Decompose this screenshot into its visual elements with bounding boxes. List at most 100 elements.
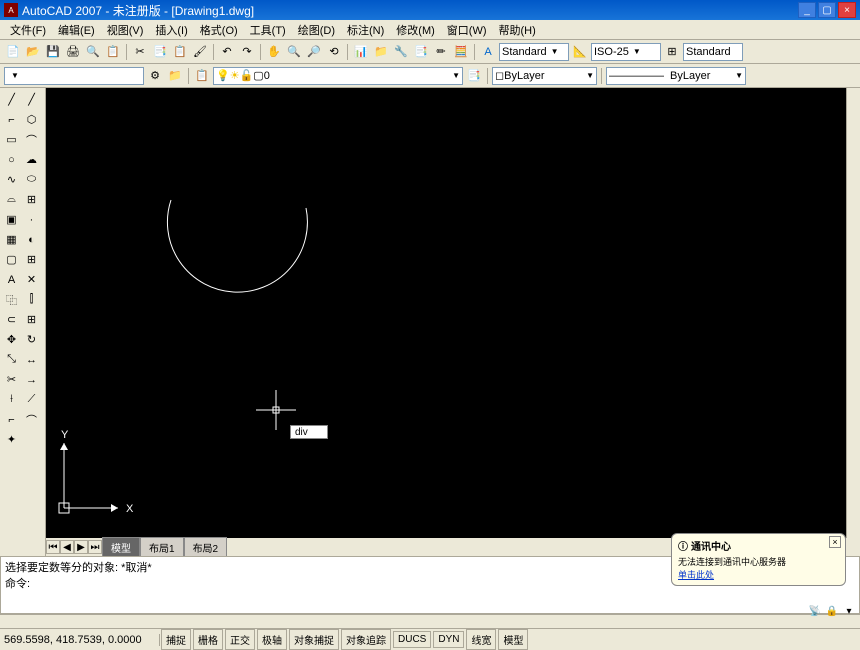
undo-icon[interactable]: ↶	[218, 43, 236, 61]
arc-tool[interactable]: ⌒	[22, 130, 41, 149]
mtext-tool[interactable]: A	[2, 270, 21, 289]
color-dropdown[interactable]: ◻ ByLayer ▼	[492, 67, 597, 85]
dyn-toggle[interactable]: DYN	[433, 631, 464, 648]
properties-icon[interactable]: 📊	[352, 43, 370, 61]
zoom-win-icon[interactable]: 🔎	[305, 43, 323, 61]
array-tool[interactable]: ⊞	[22, 310, 41, 329]
scale-tool[interactable]: ⤡	[2, 350, 21, 369]
menu-insert[interactable]: 插入(I)	[149, 20, 193, 40]
paste-icon[interactable]: 📋	[171, 43, 189, 61]
pline-tool[interactable]: ⌐	[2, 110, 21, 129]
grid-toggle[interactable]: 栅格	[193, 629, 223, 650]
maximize-button[interactable]: ▢	[818, 2, 836, 18]
menu-file[interactable]: 文件(F)	[4, 20, 52, 40]
text-style-dropdown[interactable]: Standard▼	[499, 43, 569, 61]
menu-help[interactable]: 帮助(H)	[493, 20, 542, 40]
line-tool[interactable]: ╱	[2, 90, 21, 109]
tray-menu-icon[interactable]: ▾	[842, 604, 856, 618]
circle-tool[interactable]: ○	[2, 150, 21, 169]
revcloud-tool[interactable]: ☁	[22, 150, 41, 169]
break-tool[interactable]: ⟊	[2, 390, 21, 409]
menu-draw[interactable]: 绘图(D)	[292, 20, 341, 40]
open-icon[interactable]: 📂	[24, 43, 42, 61]
drawing-canvas[interactable]: X Y ⏮ ◀ ▶ ⏭ 模型 布局1 布局2	[46, 88, 860, 556]
zoom-rt-icon[interactable]: 🔍	[285, 43, 303, 61]
chamfer-tool[interactable]: ⌐	[2, 410, 21, 429]
dim-style-dropdown[interactable]: ISO-25▼	[591, 43, 661, 61]
tool-pal-icon[interactable]: 🔧	[392, 43, 410, 61]
lock-icon[interactable]: 🔒	[825, 604, 839, 618]
coordinates-display[interactable]: 569.5598, 418.7539, 0.0000	[0, 634, 160, 646]
model-toggle[interactable]: 模型	[498, 629, 528, 650]
point-tool[interactable]: ·	[22, 210, 41, 229]
menu-view[interactable]: 视图(V)	[101, 20, 150, 40]
copy-icon[interactable]: 📑	[151, 43, 169, 61]
text-style-icon[interactable]: A	[479, 43, 497, 61]
table-style-icon[interactable]: ⊞	[663, 43, 681, 61]
gradient-tool[interactable]: ◐	[22, 230, 41, 249]
tab-prev-icon[interactable]: ◀	[60, 540, 74, 554]
ws-settings-icon[interactable]: ⚙	[146, 67, 164, 85]
menu-dimension[interactable]: 标注(N)	[341, 20, 390, 40]
layer-props-icon[interactable]: 📋	[193, 67, 211, 85]
calc-icon[interactable]: 🧮	[452, 43, 470, 61]
join-tool[interactable]: ⟋	[22, 390, 41, 409]
layer-prev-icon[interactable]: 📑	[465, 67, 483, 85]
tab-next-icon[interactable]: ▶	[74, 540, 88, 554]
menu-tools[interactable]: 工具(T)	[244, 20, 292, 40]
menu-format[interactable]: 格式(O)	[194, 20, 244, 40]
linetype-dropdown[interactable]: ————— ByLayer ▼	[606, 67, 746, 85]
copy-tool[interactable]: ⿻	[2, 290, 21, 309]
region-tool[interactable]: ▢	[2, 250, 21, 269]
pan-icon[interactable]: ✋	[265, 43, 283, 61]
ellipse-arc-tool[interactable]: ⌓	[2, 190, 21, 209]
redo-icon[interactable]: ↷	[238, 43, 256, 61]
menu-window[interactable]: 窗口(W)	[441, 20, 493, 40]
mirror-tool[interactable]: ⫿	[22, 290, 41, 309]
new-icon[interactable]: 📄	[4, 43, 22, 61]
sheetset-icon[interactable]: 📑	[412, 43, 430, 61]
lwt-toggle[interactable]: 线宽	[466, 629, 496, 650]
layer-dropdown[interactable]: 💡 ☀ 🔓 ▢ 0 ▼	[213, 67, 463, 85]
horizontal-scrollbar[interactable]	[0, 614, 860, 628]
move-tool[interactable]: ✥	[2, 330, 21, 349]
save-icon[interactable]: 💾	[44, 43, 62, 61]
comm-icon[interactable]: 📡	[808, 604, 822, 618]
ortho-toggle[interactable]: 正交	[225, 629, 255, 650]
stretch-tool[interactable]: ↔	[22, 350, 41, 369]
print-icon[interactable]: 🖨	[64, 43, 82, 61]
tab-first-icon[interactable]: ⏮	[46, 540, 60, 554]
table-style-dropdown[interactable]: Standard	[683, 43, 743, 61]
preview-icon[interactable]: 🔍	[84, 43, 102, 61]
xline-tool[interactable]: ╱	[22, 90, 41, 109]
ducs-toggle[interactable]: DUCS	[393, 631, 431, 648]
rectangle-tool[interactable]: ▭	[2, 130, 21, 149]
table-tool[interactable]: ⊞	[22, 250, 41, 269]
polygon-tool[interactable]: ⬡	[22, 110, 41, 129]
publish-icon[interactable]: 📋	[104, 43, 122, 61]
workspace-dropdown[interactable]: ▼	[4, 67, 144, 85]
extend-tool[interactable]: →	[22, 370, 41, 389]
trim-tool[interactable]: ✂	[2, 370, 21, 389]
tab-last-icon[interactable]: ⏭	[88, 540, 102, 554]
close-button[interactable]: ×	[838, 2, 856, 18]
tab-layout1[interactable]: 布局1	[140, 537, 184, 558]
block-tool[interactable]: ▣	[2, 210, 21, 229]
ws-save-icon[interactable]: 📁	[166, 67, 184, 85]
markup-icon[interactable]: ✏	[432, 43, 450, 61]
insert-tool[interactable]: ⊞	[22, 190, 41, 209]
vertical-scrollbar[interactable]	[846, 88, 860, 538]
erase-tool[interactable]: ✕	[22, 270, 41, 289]
fillet-tool[interactable]: ⌒	[22, 410, 41, 429]
menu-modify[interactable]: 修改(M)	[390, 20, 441, 40]
zoom-prev-icon[interactable]: ⟲	[325, 43, 343, 61]
tab-layout2[interactable]: 布局2	[184, 537, 228, 558]
menu-edit[interactable]: 编辑(E)	[52, 20, 101, 40]
rotate-tool[interactable]: ↻	[22, 330, 41, 349]
hatch-tool[interactable]: ▦	[2, 230, 21, 249]
osnap-toggle[interactable]: 对象捕捉	[289, 629, 339, 650]
match-icon[interactable]: 🖌	[191, 43, 209, 61]
spline-tool[interactable]: ∿	[2, 170, 21, 189]
ellipse-tool[interactable]: ⬭	[22, 170, 41, 189]
balloon-close-icon[interactable]: ×	[829, 536, 841, 548]
